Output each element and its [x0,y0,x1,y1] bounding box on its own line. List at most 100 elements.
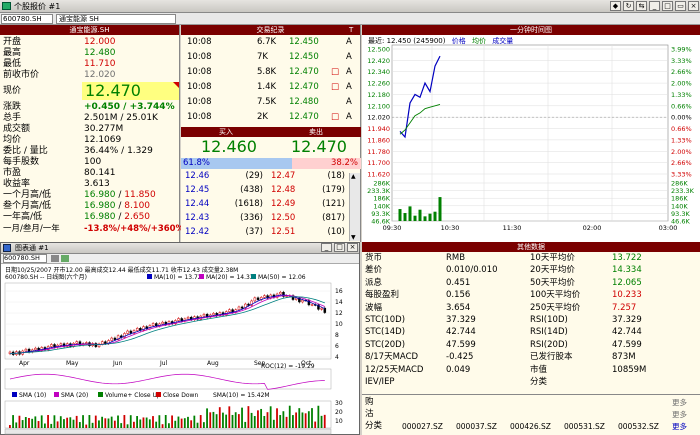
bid-price: 12.44 [185,199,210,209]
lot-size-label: 每手股数 [3,157,40,167]
order-book-row: 12.45 (438) 12.48 (179) [181,185,349,196]
range-3m-label: 叁个月高/低 [3,201,52,211]
lot-size-value: 100 [84,157,102,167]
volume-bar [75,415,78,428]
other-key-left: 8/17天MACD [365,352,419,363]
sync-icon[interactable]: ⇆ [636,1,647,11]
volume-bar [311,408,313,428]
candle-body [85,342,88,344]
category-stock-link[interactable]: 000426.SZ [510,421,551,432]
pe-label: 市盈 [3,168,22,178]
volume-tick: 20 [335,409,343,416]
ask-qty: (179) [322,185,345,195]
trade-volume: 7K [257,52,268,62]
pin-icon[interactable]: ◆ [610,1,621,11]
current-price-label: 现价 [3,86,22,96]
bid-qty: (29) [245,171,263,181]
change-label: 涨跌 [3,102,22,112]
stock-code-input[interactable]: 600780.SH [1,14,53,24]
volume-bar [218,407,221,428]
volume-bar [177,416,180,428]
intraday-volume-bar [398,209,402,221]
chart-maximize-button[interactable]: □ [334,243,345,252]
bid-qty: (438) [240,185,263,195]
daily-chart-title: 图表通 #1 [15,244,49,252]
yield-value: 3.613 [84,179,110,189]
close-button[interactable]: × [688,1,699,11]
other-value-right: 10859M [612,364,647,375]
minimize-button[interactable]: _ [649,1,660,11]
bid-percent: 61.8% [183,158,211,168]
volume-bar [253,416,256,428]
ask-percent: 38.2% [330,158,358,168]
volume-bar [260,408,263,428]
volume-bar [31,418,34,428]
volume-bar [63,419,65,428]
volume-bar [12,415,14,428]
restore-button[interactable]: ▭ [675,1,686,11]
category-stock-link[interactable]: 000037.SZ [456,421,497,432]
bid-qty: (1618) [234,199,263,209]
other-key-left: STC(20D) [365,339,406,350]
other-key-left: 差价 [365,265,383,276]
scroll-up-icon[interactable]: ▲ [351,173,356,180]
daily-price-tick: 6 [335,343,339,350]
intraday-volume-bar [403,213,407,221]
trade-row: 10:08 7.5K 12.480 A [181,97,356,108]
stock-name-field[interactable]: 通宝能源 SH [56,14,176,24]
ma-legend-label: MA(10) = 13.72 [154,274,202,281]
category-stock-link[interactable]: 000532.SZ [618,421,659,432]
best-bid-price: 12.460 [201,137,257,156]
intraday-pct-tick: 1.33% [671,136,692,144]
refresh-icon[interactable]: ↻ [623,1,634,11]
scroll-down-icon[interactable]: ▼ [351,234,356,241]
chart-minimize-button[interactable]: _ [321,243,332,252]
other-value-right: 42.744 [612,327,642,338]
trade-log-panel: 交易纪录 T 10:08 6.7K 12.450 A 10:08 7K 12.450 A 10:… [181,25,361,127]
low-value: 11.710 [84,59,116,69]
volume-bar [301,412,304,428]
category-stock-link[interactable]: 000531.SZ [564,421,605,432]
volume-bar [202,422,205,428]
chart-tool-icon[interactable] [51,255,59,262]
volume-bar [323,414,326,428]
other-value-right: 47.599 [612,339,642,350]
volume-bar [24,417,27,428]
other-value-left: 42.744 [446,327,476,338]
category-more-link[interactable]: 更多 [672,421,687,432]
order-book-scrollbar[interactable]: ▲ ▼ [349,173,360,241]
volume-bar [222,412,224,428]
volume-bar [82,415,84,428]
chart-code-input[interactable]: 600780.SH [3,254,47,263]
buy-more-link[interactable]: 更多 [672,397,687,408]
volume-bar [161,424,164,428]
other-value-left: 0.451 [446,277,471,288]
volume-bar [292,415,294,428]
candle-body [113,337,117,340]
volume-bar [237,414,240,428]
other-value-left: 3.654 [446,302,471,313]
chart-close-button[interactable]: × [347,243,358,252]
sell-more-link[interactable]: 更多 [672,409,687,420]
candle-body [24,348,28,352]
maximize-button[interactable]: □ [662,1,673,11]
volume-bar [279,415,282,428]
volume-bar [168,423,170,428]
range-3m-value: 16.980 / 8.100 [84,201,151,211]
other-key-right: RSI(14D) [530,327,568,338]
other-value-right: 12.065 [612,277,642,288]
other-value-right: 7.257 [612,302,637,313]
daily-chart-toolbar: 600780.SH [1,254,359,264]
chart-type-icon[interactable] [61,255,69,262]
volume-bar [244,421,247,428]
intraday-pct-tick: 3.33% [671,57,692,65]
other-key-left: IEV/IEP [365,377,395,387]
volume-value: 2.501M / 25.01K [84,113,158,123]
other-value-left: 37.329 [446,315,476,325]
category-stock-link[interactable]: 000027.SZ [402,421,443,432]
volume-bar [50,423,53,428]
trade-price: 12.470 [289,67,319,77]
volume-bar [59,416,62,428]
volume-bar [272,419,275,428]
candle-body [240,306,244,309]
